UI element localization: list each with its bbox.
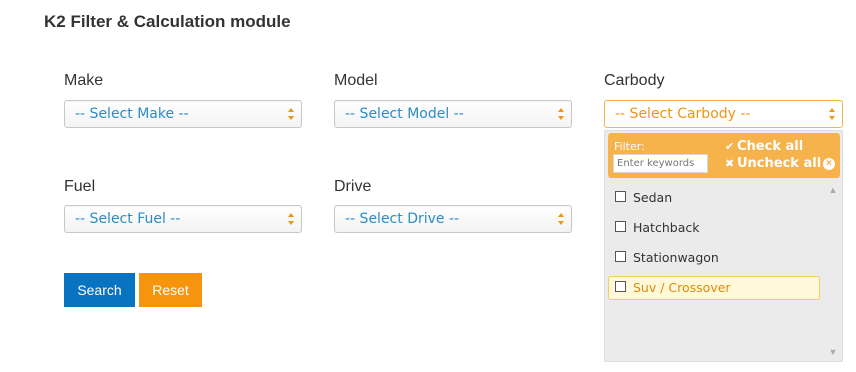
carbody-select-value: -- Select Carbody -- bbox=[615, 106, 751, 122]
option-sedan[interactable]: Sedan bbox=[608, 186, 820, 210]
filter-label: Filter: bbox=[614, 140, 645, 153]
search-button[interactable]: Search bbox=[64, 273, 135, 307]
scroll-down-icon[interactable]: ▼ bbox=[828, 347, 838, 357]
checkbox[interactable] bbox=[615, 221, 626, 232]
option-label: Sedan bbox=[633, 190, 673, 205]
updown-arrows-icon bbox=[288, 213, 294, 225]
uncheck-all-link[interactable]: ✖ Uncheck all bbox=[725, 156, 821, 171]
checkbox[interactable] bbox=[615, 281, 626, 292]
option-label: Hatchback bbox=[633, 220, 700, 235]
filter-bar: Filter: ✔Check all ✖Uncheck all × bbox=[608, 133, 840, 178]
option-hatchback[interactable]: Hatchback bbox=[608, 216, 820, 240]
updown-arrows-icon bbox=[558, 213, 564, 225]
check-all-link[interactable]: ✔ Check all bbox=[725, 139, 803, 154]
drive-label: Drive bbox=[334, 178, 372, 195]
check-icon: ✔ bbox=[725, 140, 735, 153]
drive-select[interactable]: -- Select Drive -- bbox=[334, 205, 572, 233]
carbody-select[interactable]: -- Select Carbody -- bbox=[604, 100, 843, 128]
option-stationwagon[interactable]: Stationwagon bbox=[608, 246, 820, 270]
fuel-select[interactable]: -- Select Fuel -- bbox=[64, 205, 302, 233]
updown-arrows-icon bbox=[288, 108, 294, 120]
uncheck-all-label: Uncheck all bbox=[737, 156, 822, 171]
model-select[interactable]: -- Select Model -- bbox=[334, 100, 572, 128]
model-label: Model bbox=[334, 72, 378, 89]
updown-arrows-icon bbox=[558, 108, 564, 120]
drive-select-value: -- Select Drive -- bbox=[345, 211, 460, 227]
checkbox[interactable] bbox=[615, 191, 626, 202]
carbody-label: Carbody bbox=[604, 72, 665, 89]
option-label: Stationwagon bbox=[633, 250, 719, 265]
checkbox[interactable] bbox=[615, 251, 626, 262]
model-select-value: -- Select Model -- bbox=[345, 106, 464, 122]
make-select[interactable]: -- Select Make -- bbox=[64, 100, 302, 128]
reset-button[interactable]: Reset bbox=[139, 273, 202, 307]
make-label: Make bbox=[64, 72, 104, 89]
filter-keywords-input[interactable] bbox=[613, 154, 708, 173]
scroll-up-icon[interactable]: ▲ bbox=[828, 185, 838, 195]
clear-circle-icon[interactable]: × bbox=[823, 158, 835, 170]
fuel-select-value: -- Select Fuel -- bbox=[75, 211, 181, 227]
make-select-value: -- Select Make -- bbox=[75, 106, 189, 122]
page-title: K2 Filter & Calculation module bbox=[44, 12, 291, 31]
updown-arrows-icon bbox=[829, 108, 835, 120]
option-suv-crossover[interactable]: Suv / Crossover bbox=[608, 276, 820, 300]
fuel-label: Fuel bbox=[64, 178, 96, 195]
carbody-dropdown: Filter: ✔Check all ✖Uncheck all × Sedan … bbox=[604, 130, 843, 362]
x-icon: ✖ bbox=[725, 157, 735, 170]
option-label: Suv / Crossover bbox=[633, 280, 731, 295]
check-all-label: Check all bbox=[737, 139, 804, 154]
dropdown-scrollbar[interactable]: ▲ ▼ bbox=[827, 183, 839, 359]
